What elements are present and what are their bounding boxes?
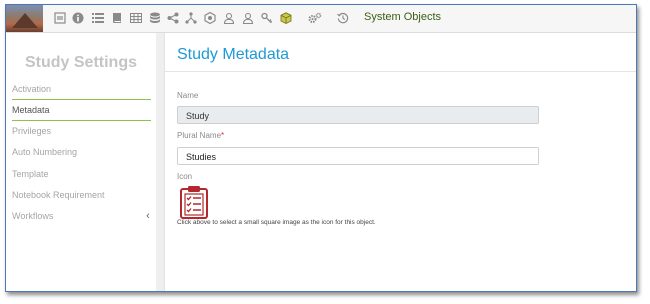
plural-name-label-text: Plural Name — [177, 131, 222, 140]
plural-name-field[interactable]: Studies — [177, 147, 539, 165]
page-title: Study Metadata — [177, 46, 290, 63]
icon-label: Icon — [177, 172, 193, 181]
key-icon[interactable] — [258, 9, 276, 27]
sidebar-item-auto-numbering[interactable]: Auto Numbering — [12, 142, 151, 162]
table-icon[interactable] — [127, 9, 145, 27]
cube-icon[interactable] — [277, 9, 295, 27]
plural-name-label: Plural Name* — [177, 131, 224, 140]
system-objects-link[interactable]: System Objects — [364, 11, 441, 23]
list-icon[interactable] — [89, 9, 107, 27]
database-icon[interactable] — [146, 9, 164, 27]
image-icon[interactable] — [51, 9, 69, 27]
sidebar-title: Study Settings — [24, 54, 137, 71]
name-label: Name — [177, 91, 199, 100]
sidebar-item-workflows[interactable]: Workflows ‹ — [12, 206, 151, 226]
thumbnail-image — [12, 13, 38, 28]
chevron-left-icon[interactable]: ‹ — [143, 206, 153, 226]
share-icon[interactable] — [164, 9, 182, 27]
clipboard-icon[interactable] — [179, 185, 209, 219]
book-icon[interactable] — [108, 9, 126, 27]
sidebar-item-notebook-requirement[interactable]: Notebook Requirement — [12, 185, 151, 205]
title-divider — [165, 71, 636, 72]
sidebar-item-privileges[interactable]: Privileges — [12, 121, 151, 141]
info-icon[interactable] — [69, 9, 87, 27]
sidebar-item-template[interactable]: Template — [12, 164, 151, 184]
sidebar-item-metadata[interactable]: Metadata — [12, 100, 151, 120]
name-field: Study — [177, 106, 539, 124]
required-marker: * — [221, 131, 225, 140]
sidebar-item-label: Workflows — [12, 211, 54, 221]
metadata-panel: Study Metadata Name Study Plural Name* S… — [165, 33, 636, 291]
hexagon-icon[interactable] — [201, 9, 219, 27]
gears-icon[interactable] — [306, 9, 324, 27]
object-thumbnail[interactable] — [6, 5, 43, 32]
user-alt-icon[interactable] — [239, 9, 257, 27]
sidebar-splitter[interactable] — [156, 33, 165, 291]
sidebar-item-activation[interactable]: Activation — [12, 79, 151, 99]
user-icon[interactable] — [220, 9, 238, 27]
settings-sidebar: Study Settings Activation Metadata Privi… — [6, 33, 157, 291]
hierarchy-icon[interactable] — [182, 9, 200, 27]
app-window: System Objects Study Settings Activation… — [5, 4, 637, 292]
history-icon[interactable] — [334, 9, 352, 27]
icon-hint: Click above to select a small square ima… — [177, 219, 376, 226]
toolbar: System Objects — [6, 5, 636, 33]
